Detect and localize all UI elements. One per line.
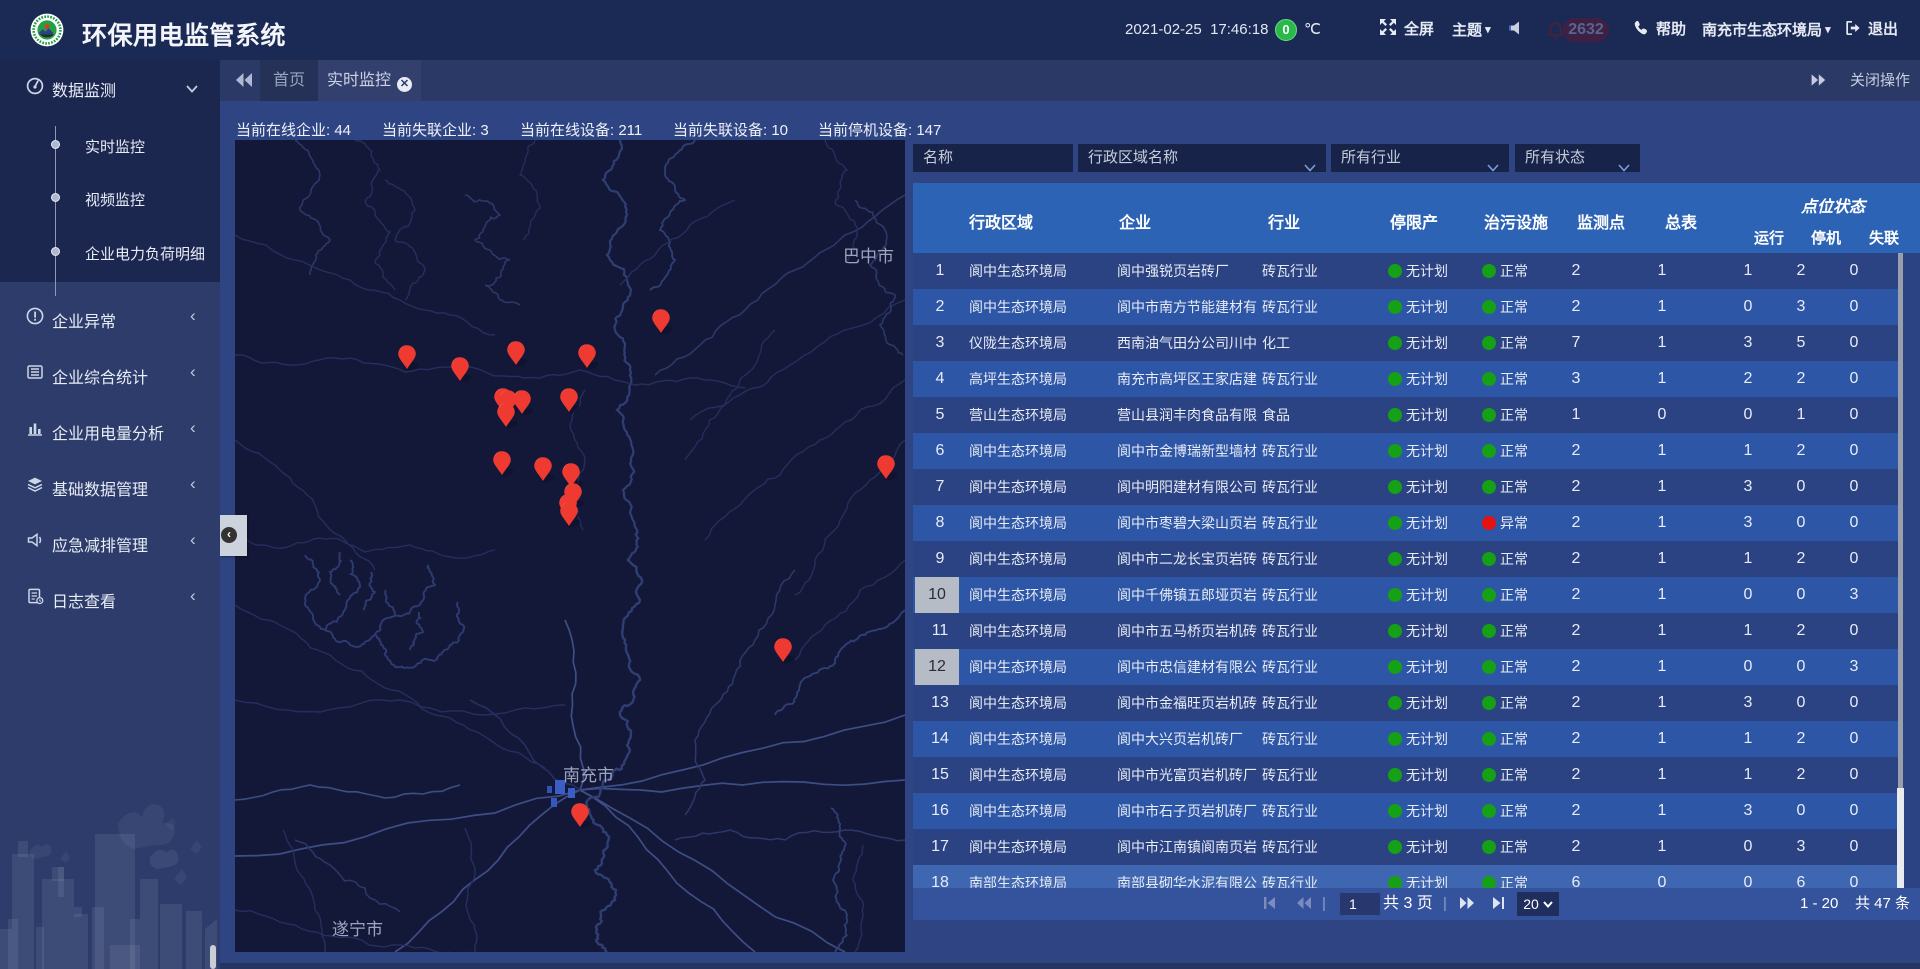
svg-text:遂宁市: 遂宁市 <box>332 920 383 939</box>
svg-text:南充市: 南充市 <box>563 766 614 785</box>
svg-text:巴中市: 巴中市 <box>843 247 894 266</box>
